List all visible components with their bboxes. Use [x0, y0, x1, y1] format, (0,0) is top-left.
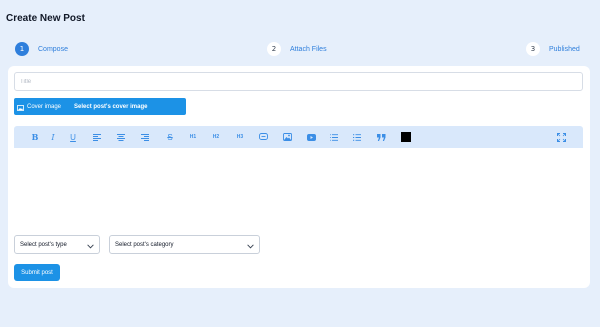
compose-card: Cover image Select post's cover image B …	[8, 66, 590, 288]
video-icon[interactable]	[304, 131, 318, 143]
submit-post-button[interactable]: Submit post	[14, 264, 60, 281]
step-number: 1	[15, 42, 29, 56]
bold-icon[interactable]: B	[28, 131, 42, 143]
text-color-swatch[interactable]	[399, 131, 413, 143]
step-label: Attach Files	[290, 45, 327, 53]
step-compose[interactable]: 1 Compose	[15, 41, 68, 57]
image-icon	[17, 98, 24, 116]
step-number: 2	[267, 42, 281, 56]
ordered-list-icon[interactable]	[327, 131, 341, 143]
heading-3-button[interactable]: H3	[233, 131, 247, 143]
editor-toolbar: B I U S H1 H2 H3	[14, 126, 583, 148]
link-icon[interactable]	[256, 131, 270, 143]
post-category-select-value: Select post's category	[115, 241, 174, 248]
title-input[interactable]	[14, 72, 583, 91]
rich-text-editor: B I U S H1 H2 H3	[14, 126, 583, 222]
cover-image-picker[interactable]: Cover image Select post's cover image	[14, 98, 186, 115]
heading-1-button[interactable]: H1	[186, 131, 200, 143]
strikethrough-icon[interactable]: S	[163, 131, 177, 143]
bullet-list-icon[interactable]	[350, 131, 364, 143]
post-category-select[interactable]: Select post's category	[109, 235, 260, 254]
editor-content-area[interactable]	[14, 148, 583, 222]
underline-icon[interactable]: U	[66, 131, 80, 143]
step-number: 3	[526, 42, 540, 56]
cover-image-button[interactable]: Cover image	[14, 98, 61, 115]
stepper: 1 Compose 2 Attach Files 3 Published	[0, 41, 600, 57]
post-type-select[interactable]: Select post's type	[14, 235, 100, 254]
align-center-icon[interactable]	[114, 131, 128, 143]
chevron-down-icon	[247, 236, 254, 254]
step-label: Compose	[38, 45, 68, 53]
post-type-select-value: Select post's type	[20, 241, 67, 248]
step-published[interactable]: 3 Published	[526, 41, 580, 57]
chevron-down-icon	[87, 236, 94, 254]
cover-image-hint: Select post's cover image	[74, 103, 148, 110]
align-right-icon[interactable]	[138, 131, 152, 143]
italic-icon[interactable]: I	[46, 131, 60, 143]
color-swatch	[401, 132, 411, 142]
image-icon[interactable]	[280, 131, 294, 143]
quote-icon[interactable]	[374, 131, 388, 143]
fullscreen-icon[interactable]	[554, 131, 568, 143]
cover-image-button-label: Cover image	[27, 103, 62, 110]
heading-2-button[interactable]: H2	[209, 131, 223, 143]
align-left-icon[interactable]	[90, 131, 104, 143]
page-title: Create New Post	[6, 13, 85, 24]
step-label: Published	[549, 45, 580, 53]
step-attach-files[interactable]: 2 Attach Files	[267, 41, 327, 57]
